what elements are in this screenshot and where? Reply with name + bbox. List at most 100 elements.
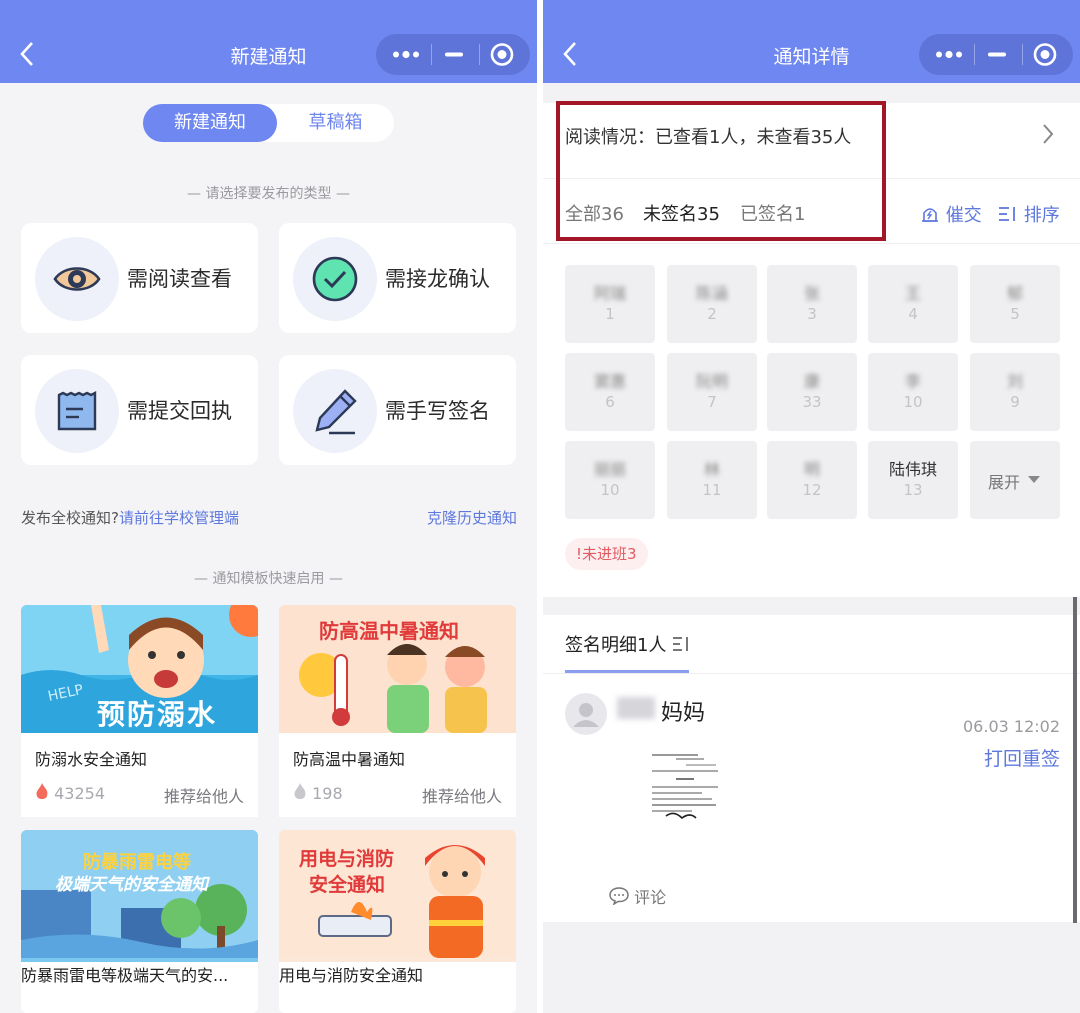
template-card-fire[interactable]: 用电与消防 安全通知 用电与消防安全通知 — [279, 830, 516, 1013]
sort-icon — [999, 207, 1015, 221]
type-label: 需提交回执 — [127, 399, 232, 423]
school-prompt: 发布全校通知? — [21, 509, 119, 527]
person-number: 11 — [702, 481, 722, 499]
person-name: 郁 — [1006, 284, 1023, 303]
top-nav-bar: 通知详情 — [543, 0, 1080, 83]
banner-title: 用电与消防 — [299, 848, 395, 870]
sign-detail-label: 签名明细1人 — [565, 635, 667, 656]
person-name: 林 — [703, 460, 720, 479]
type-card-signature[interactable]: 需手写签名 — [279, 355, 516, 465]
minimize-icon[interactable] — [430, 34, 478, 75]
tab-new-notice[interactable]: 新建通知 — [143, 104, 277, 142]
person-number: 2 — [707, 305, 717, 323]
chevron-right-icon[interactable] — [1041, 122, 1055, 146]
triangle-down-icon — [1028, 476, 1040, 483]
person-card[interactable]: 张3 — [767, 265, 857, 343]
sign-detail-tab[interactable]: 签名明细1人 — [565, 631, 690, 657]
template-banner-image: 用电与消防 安全通知 — [279, 830, 516, 962]
banner-subtitle: 极端天气的安全通知 — [55, 875, 208, 895]
top-nav-bar: 新建通知 — [0, 0, 537, 83]
person-name: 陈涵 — [695, 284, 728, 303]
person-name: 王 — [904, 284, 921, 303]
template-name: 防暴雨雷电等极端天气的安... — [21, 966, 229, 985]
person-card[interactable]: 陆伟琪 13 — [868, 441, 958, 519]
comment-button[interactable]: 评论 — [609, 884, 666, 908]
heat-count: 198 — [293, 783, 343, 803]
heat-count: 43254 — [35, 783, 105, 803]
clone-history-link[interactable]: 克隆历史通知 — [427, 507, 517, 528]
type-icon-bg — [35, 237, 119, 321]
school-admin-link[interactable]: 请前往学校管理端 — [119, 509, 239, 527]
person-name: 刘 — [1006, 372, 1023, 391]
type-card-confirm[interactable]: 需接龙确认 — [279, 223, 516, 333]
divider — [543, 243, 1080, 244]
heat-value: 43254 — [54, 784, 105, 803]
close-target-icon[interactable] — [1021, 34, 1069, 75]
person-card[interactable]: 刘9 — [970, 353, 1060, 431]
template-card-storm[interactable]: 防暴雨雷电等 极端天气的安全通知 防暴雨雷电等极端天气的安... — [21, 830, 258, 1013]
type-card-receipt[interactable]: 需提交回执 — [21, 355, 258, 465]
recommend-button[interactable]: 推荐给他人 — [164, 783, 244, 807]
more-dots-icon[interactable] — [923, 34, 971, 75]
person-number: 13 — [903, 481, 923, 499]
person-card[interactable]: 林 11 — [667, 441, 757, 519]
remind-button[interactable]: 催交 — [920, 201, 982, 227]
more-dots-icon[interactable] — [380, 34, 428, 75]
resign-button[interactable]: 打回重签 — [984, 744, 1060, 771]
type-icon-bg — [35, 369, 119, 453]
scrollbar[interactable] — [1073, 597, 1077, 923]
template-card-heatstroke[interactable]: 防高温中暑通知 防高温中暑通知 — [279, 605, 516, 785]
person-name: 张 — [803, 284, 820, 303]
comment-bubble-icon — [609, 887, 629, 906]
flame-icon — [294, 783, 306, 799]
mini-program-capsule — [376, 34, 530, 75]
person-card[interactable]: 阮明 7 — [667, 353, 757, 431]
eye-icon — [53, 267, 101, 291]
minimize-icon[interactable] — [973, 34, 1021, 75]
person-card[interactable]: 阿瑞 1 — [565, 265, 655, 343]
person-card[interactable]: 窦惠 6 — [565, 353, 655, 431]
type-label: 需阅读查看 — [127, 267, 232, 291]
expand-button[interactable]: 展开 — [970, 441, 1060, 519]
person-card[interactable]: 明 12 — [767, 441, 857, 519]
school-notice-row: 发布全校通知?请前往学校管理端 — [21, 507, 239, 528]
signature-document-thumbnail[interactable] — [646, 752, 726, 824]
type-card-read[interactable]: 需阅读查看 — [21, 223, 258, 333]
sort-button[interactable]: 排序 — [998, 201, 1060, 227]
left-phone-screen: 新建通知 新建通知 草稿箱 — 请选择要发布的类型 — 需阅读查看 需接龙确认 … — [0, 0, 537, 1013]
divider — [543, 673, 1080, 674]
person-number: 10 — [600, 481, 620, 499]
right-phone-screen: 通知详情 阅读情况：已查看1人，未查看35人 全部36 未签名35 已签名1 催… — [543, 0, 1080, 1013]
not-in-class-badge[interactable]: !未进班3 — [565, 538, 648, 570]
person-number: 7 — [707, 393, 717, 411]
tab-drafts[interactable]: 草稿箱 — [277, 104, 394, 142]
person-number: 6 — [605, 393, 615, 411]
template-footer: 198 推荐给他人 — [279, 767, 516, 817]
person-card[interactable]: 丽丽 10 — [565, 441, 655, 519]
person-card[interactable]: 康 33 — [767, 353, 857, 431]
person-card[interactable]: 郁5 — [970, 265, 1060, 343]
heat-value: 198 — [312, 784, 343, 803]
comment-label: 评论 — [634, 888, 667, 907]
person-number: 5 — [1010, 305, 1020, 323]
close-target-icon[interactable] — [478, 34, 526, 75]
person-name: 李 — [904, 372, 921, 391]
template-banner-image: 防暴雨雷电等 极端天气的安全通知 — [21, 830, 258, 962]
signer-name: 妈妈 — [661, 701, 706, 726]
pen-icon — [315, 389, 357, 435]
receipt-icon — [57, 391, 97, 431]
template-card-drowning[interactable]: HELP 预防溺水 防溺水安全通知 — [21, 605, 258, 785]
person-number: 33 — [802, 393, 822, 411]
person-name: 阿瑞 — [593, 284, 626, 303]
type-section-label: — 请选择要发布的类型 — — [187, 186, 350, 202]
template-banner-image: 防高温中暑通知 — [279, 605, 516, 733]
expand-label: 展开 — [988, 473, 1021, 492]
person-number: 3 — [807, 305, 817, 323]
person-number: 4 — [908, 305, 918, 323]
person-card[interactable]: 王4 — [868, 265, 958, 343]
recommend-button[interactable]: 推荐给他人 — [422, 783, 502, 807]
person-card[interactable]: 陈涵 2 — [667, 265, 757, 343]
person-card[interactable]: 李 10 — [868, 353, 958, 431]
mini-program-capsule — [919, 34, 1073, 75]
sign-time: 06.03 12:02 — [963, 717, 1060, 736]
